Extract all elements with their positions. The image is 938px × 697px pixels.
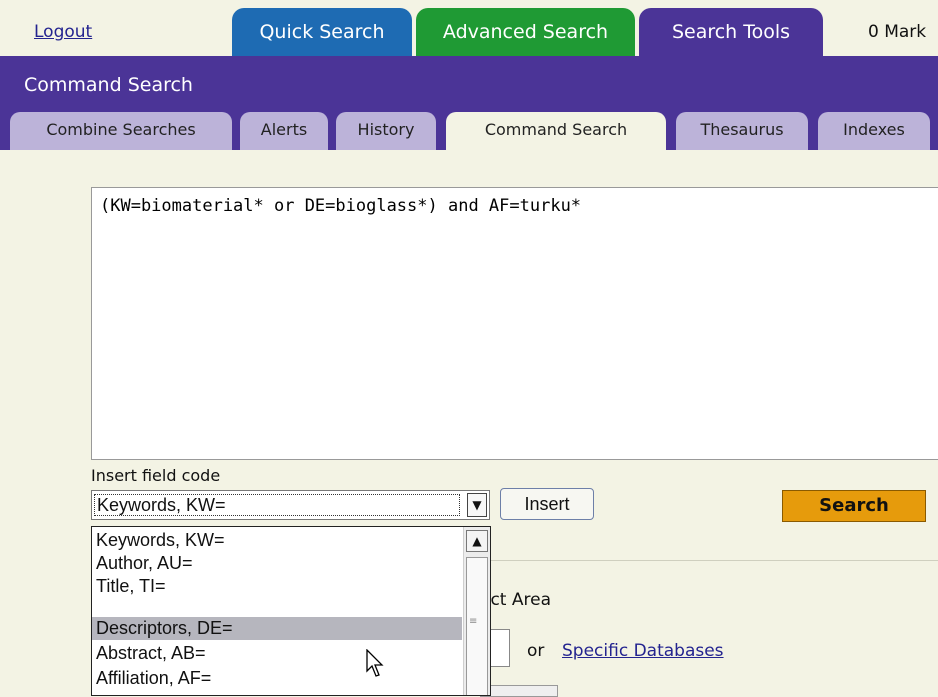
section-divider — [490, 560, 938, 561]
option-keywords[interactable]: Keywords, KW= — [92, 529, 462, 552]
field-code-label: Insert field code — [91, 466, 221, 485]
command-query-textarea[interactable]: (KW=biomaterial* or DE=bioglass*) and AF… — [91, 187, 938, 460]
option-title[interactable]: Title, TI= — [92, 575, 462, 598]
page-title: Command Search — [24, 74, 193, 96]
insert-button[interactable]: Insert — [500, 488, 594, 520]
subtab-indexes[interactable]: Indexes — [818, 112, 930, 150]
logout-link[interactable]: Logout — [34, 22, 92, 42]
field-code-dropdown-list[interactable]: Keywords, KW= Author, AU= Title, TI= Des… — [91, 526, 491, 696]
specific-databases-link[interactable]: Specific Databases — [562, 641, 724, 661]
option-descriptors[interactable]: Descriptors, DE= — [92, 617, 462, 640]
subtab-history[interactable]: History — [336, 112, 436, 150]
tab-search-tools[interactable]: Search Tools — [639, 8, 823, 56]
dropdown-scrollbar[interactable]: ▲ ≡ — [463, 527, 490, 695]
tab-advanced-search[interactable]: Advanced Search — [416, 8, 635, 56]
grip-icon: ≡ — [469, 616, 478, 627]
subtab-thesaurus[interactable]: Thesaurus — [676, 112, 808, 150]
field-code-selected-value[interactable]: Keywords, KW= — [94, 494, 460, 516]
option-author[interactable]: Author, AU= — [92, 552, 462, 575]
subtab-alerts[interactable]: Alerts — [240, 112, 328, 150]
scroll-up-arrow-icon[interactable]: ▲ — [466, 530, 488, 552]
or-label: or — [527, 641, 545, 661]
search-button[interactable]: Search — [782, 490, 926, 522]
marked-items-count[interactable]: 0 Mark — [868, 22, 926, 42]
mouse-cursor-icon — [366, 649, 384, 677]
hidden-control[interactable] — [480, 685, 558, 697]
chevron-down-icon[interactable]: ▼ — [467, 493, 487, 517]
option-abstract[interactable]: Abstract, AB= — [92, 642, 462, 665]
option-affiliation[interactable]: Affiliation, AF= — [92, 667, 462, 690]
subtab-command-search[interactable]: Command Search — [446, 112, 666, 150]
subtab-combine-searches[interactable]: Combine Searches — [10, 112, 232, 150]
tab-quick-search[interactable]: Quick Search — [232, 8, 412, 56]
